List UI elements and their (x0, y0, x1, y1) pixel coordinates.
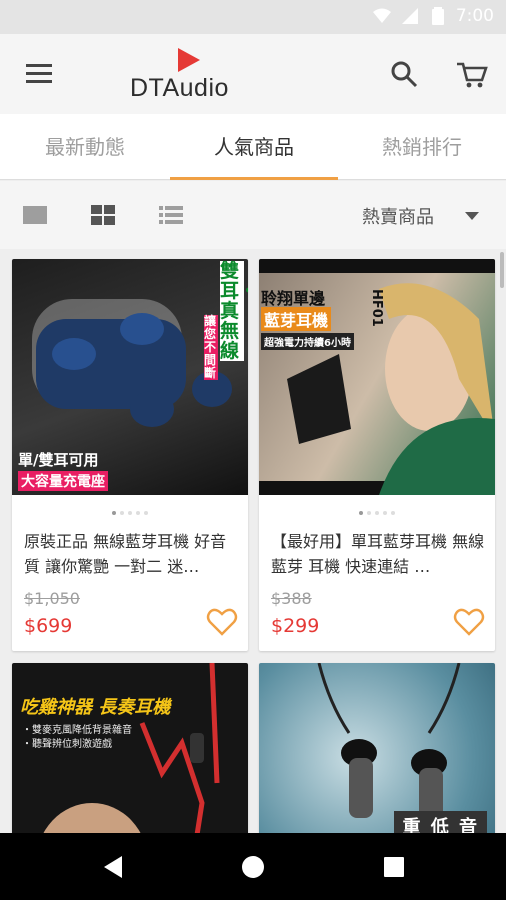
brand-name: DTAudio (130, 74, 229, 102)
product-card[interactable]: 聆翔單邊 藍芽耳機 超強電力持續6小時 HF01 【最好用】單耳藍芽耳機 無線 … (259, 259, 495, 651)
wifi-icon (372, 8, 391, 23)
image-bottom-text: 單/雙耳可用 (18, 451, 99, 469)
sort-dropdown[interactable]: 熱賣商品 (362, 203, 434, 229)
play-icon (178, 48, 200, 72)
product-grid: 雙耳・真無線 讓您不間斷 單/雙耳可用 大容量充電座 原裝正品 無線藍芽耳機 好… (0, 249, 506, 833)
image-bullet2-text: ・聽聲辨位刺激遊戲 (22, 739, 112, 750)
original-price: $388 (271, 589, 312, 608)
product-title[interactable]: 【最好用】單耳藍芽耳機 無線 藍芽 耳機 快速連結 … (271, 529, 485, 579)
image-side-text: 讓您不間斷 (204, 314, 218, 380)
status-bar: 7:00 (0, 0, 506, 34)
category-tabs: 最新動態 人氣商品 熱銷排行 (0, 114, 506, 180)
image-line1-text: 聆翔單邊 (261, 289, 326, 308)
grid-view-icon[interactable] (90, 203, 116, 227)
recents-icon[interactable] (380, 853, 408, 881)
image-pager-dots (12, 511, 248, 515)
product-image[interactable]: 聆翔單邊 藍芽耳機 超強電力持續6小時 HF01 (259, 259, 495, 495)
image-headline-text: 吃雞神器 長奏耳機 (20, 697, 171, 718)
scrollbar[interactable] (500, 252, 504, 288)
cart-icon[interactable] (454, 58, 490, 90)
battery-icon (431, 7, 444, 25)
bass-earphone-graphic (317, 663, 461, 828)
tab-popular[interactable]: 人氣商品 (170, 114, 338, 180)
status-time: 7:00 (455, 6, 494, 26)
tab-indicator (170, 177, 338, 180)
image-pager-dots (259, 511, 495, 515)
favorite-heart-icon[interactable] (206, 607, 238, 637)
app-bar: DTAudio (0, 34, 506, 114)
image-vertical-text: 雙耳・真無線 (220, 261, 248, 361)
image-bullet1-text: ・雙麥克風降低背景雜音 (22, 725, 132, 736)
dropdown-arrow-icon[interactable] (465, 212, 479, 220)
tab-latest[interactable]: 最新動態 (1, 114, 169, 180)
search-icon[interactable] (388, 58, 420, 90)
sale-price: $299 (271, 615, 320, 637)
home-icon[interactable] (239, 853, 267, 881)
product-image[interactable]: 重 低 音 (259, 663, 495, 833)
product-card[interactable]: 重 低 音 (259, 663, 495, 833)
product-card[interactable]: 吃雞神器 長奏耳機 ・雙麥克風降低背景雜音 ・聽聲辨位刺激遊戲 (12, 663, 248, 833)
image-caption-text: 重 低 音 (394, 811, 487, 833)
product-card[interactable]: 雙耳・真無線 讓您不間斷 單/雙耳可用 大容量充電座 原裝正品 無線藍芽耳機 好… (12, 259, 248, 651)
tab-bestsellers[interactable]: 熱銷排行 (338, 114, 506, 180)
app-logo: DTAudio (128, 46, 258, 104)
signal-icon (401, 8, 418, 24)
product-image[interactable]: 吃雞神器 長奏耳機 ・雙麥克風降低背景雜音 ・聽聲辨位刺激遊戲 (12, 663, 248, 833)
system-nav-bar (0, 833, 506, 900)
back-icon[interactable] (100, 853, 128, 881)
sale-price: $699 (24, 615, 73, 637)
original-price: $1,050 (24, 589, 80, 608)
product-title[interactable]: 原裝正品 無線藍芽耳機 好音質 讓你驚艷 一對二 迷… (24, 529, 238, 579)
list-view-icon[interactable] (158, 203, 184, 227)
image-badge-text: 大容量充電座 (18, 471, 108, 491)
image-line2-text: 藍芽耳機 (261, 307, 332, 331)
product-image[interactable]: 雙耳・真無線 讓您不間斷 單/雙耳可用 大容量充電座 (12, 259, 248, 495)
single-view-icon[interactable] (22, 203, 48, 227)
favorite-heart-icon[interactable] (453, 607, 485, 637)
image-sub-text: 超強電力持續6小時 (261, 333, 354, 350)
view-toolbar: 熱賣商品 (0, 181, 506, 249)
image-model-text: HF01 (369, 289, 384, 327)
menu-button[interactable] (22, 58, 58, 90)
